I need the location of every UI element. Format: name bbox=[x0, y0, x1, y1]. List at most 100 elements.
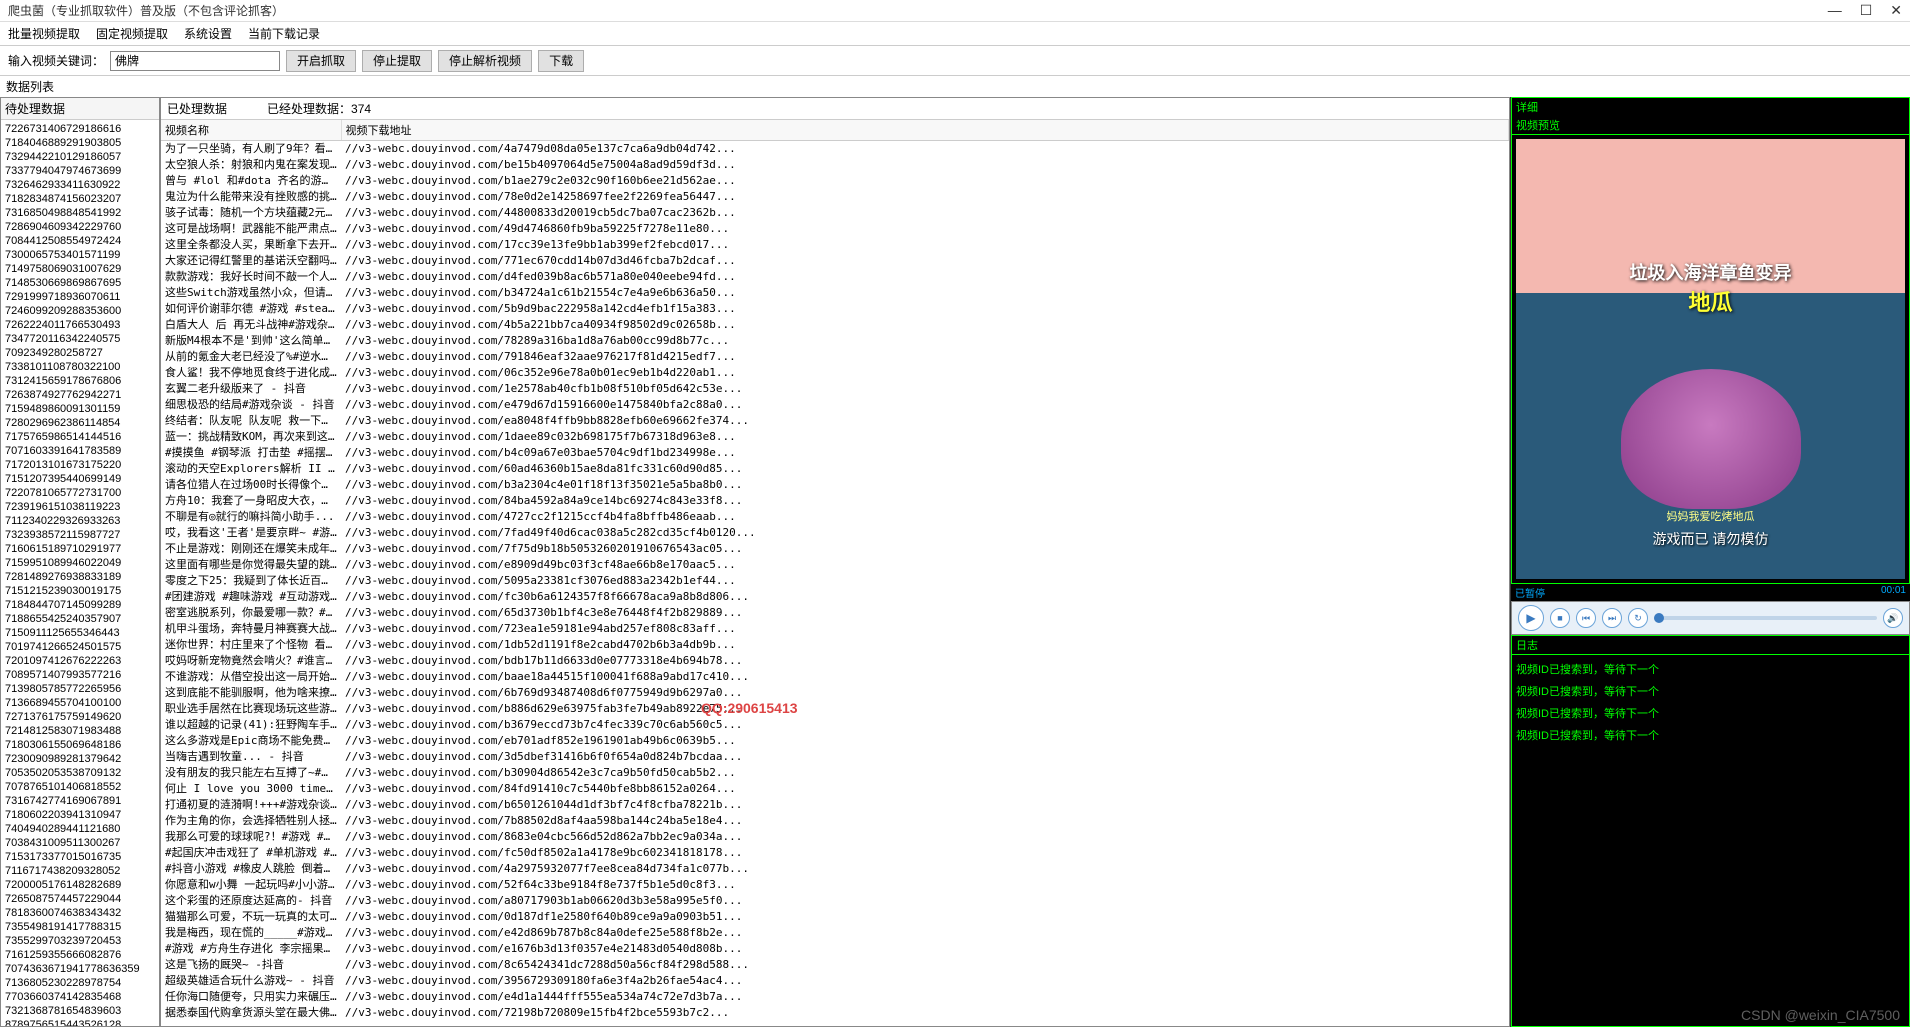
list-item[interactable]: 7262224011766530493 bbox=[3, 318, 157, 332]
video-thumbnail[interactable]: 垃圾入海洋章鱼变异 地瓜 妈妈我爱吃烤地瓜 游戏而已 请勿模仿 bbox=[1516, 139, 1905, 579]
menu-settings[interactable]: 系统设置 bbox=[184, 25, 232, 42]
table-row[interactable]: #起国庆冲击戏狂了 #单机游戏 #st...//v3-webc.douyinvo… bbox=[161, 845, 1509, 861]
table-row[interactable]: 这可是战场啊！武器能不能严肃点！...//v3-webc.douyinvod.c… bbox=[161, 221, 1509, 237]
list-item[interactable]: 7337794047974673699 bbox=[3, 164, 157, 178]
list-item[interactable]: 7151207395440699149 bbox=[3, 472, 157, 486]
list-item[interactable]: 7404940289441121680 bbox=[3, 822, 157, 836]
download-button[interactable]: 下载 bbox=[538, 50, 584, 72]
list-item[interactable]: 7148530669869867695 bbox=[3, 276, 157, 290]
list-item[interactable]: 7153173377015016735 bbox=[3, 850, 157, 864]
table-row[interactable]: #游戏 #方舟生存进化 李宗摇果然是...//v3-webc.douyinvod… bbox=[161, 941, 1509, 957]
table-row[interactable]: 没有朋友的我只能左右互搏了~#游戏...//v3-webc.douyinvod.… bbox=[161, 765, 1509, 781]
list-item[interactable]: 7184844707145099289 bbox=[3, 598, 157, 612]
table-row[interactable]: 这里面有哪些是你觉得最失望的跳票...//v3-webc.douyinvod.c… bbox=[161, 557, 1509, 573]
list-item[interactable]: 7323938572115987727 bbox=[3, 528, 157, 542]
table-row[interactable]: 密室逃脱系列，你最爱哪一款？#游...//v3-webc.douyinvod.c… bbox=[161, 605, 1509, 621]
table-row[interactable]: 终结者：队友呢 队友呢 救一下啊#...//v3-webc.douyinvod.… bbox=[161, 413, 1509, 429]
list-item[interactable]: 7019741266524501575 bbox=[3, 640, 157, 654]
table-row[interactable]: 不谁游戏：从借空投出这一局开始，//v3-webc.douyinvod.com/… bbox=[161, 669, 1509, 685]
list-item[interactable]: 7226731406729186616 bbox=[3, 122, 157, 136]
table-row[interactable]: 哎妈呀新宠物竟然会啃火？#谁言1v4 ...//v3-webc.douyinvo… bbox=[161, 653, 1509, 669]
table-row[interactable]: 任你海口随便夸，只用实力来碾压!...//v3-webc.douyinvod.c… bbox=[161, 989, 1509, 1005]
list-item[interactable]: 7161259355666082876 bbox=[3, 948, 157, 962]
list-item[interactable]: 7160615189710291977 bbox=[3, 542, 157, 556]
table-row[interactable]: 滚动的天空Explorers解析 II *****...//v3-webc.do… bbox=[161, 461, 1509, 477]
list-item[interactable]: 7200005176148282689 bbox=[3, 878, 157, 892]
table-row[interactable]: 新版M4根本不是'到帅'这么简单！后...//v3-webc.douyinvod… bbox=[161, 333, 1509, 349]
list-item[interactable]: 7071603391641783589 bbox=[3, 444, 157, 458]
list-item[interactable]: 7281489276938833189 bbox=[3, 570, 157, 584]
list-item[interactable]: 7139805785772265956 bbox=[3, 682, 157, 696]
list-item[interactable]: 7300065753401571199 bbox=[3, 248, 157, 262]
table-row[interactable]: 请各位猎人在过场00时长得像个人*#...//v3-webc.douyinvod… bbox=[161, 477, 1509, 493]
table-row[interactable]: 方舟10：我套了一身昭皮大衣，身...//v3-webc.douyinvod.c… bbox=[161, 493, 1509, 509]
table-row[interactable]: 猫猫那么可爱，不玩一玩真的太可惜...//v3-webc.douyinvod.c… bbox=[161, 909, 1509, 925]
list-item[interactable]: 7220781065772731700 bbox=[3, 486, 157, 500]
list-item[interactable]: 7112340229326933263 bbox=[3, 514, 157, 528]
table-row[interactable]: 骇子试毒：随机一个方块蕴藏2元，...//v3-webc.douyinvod.c… bbox=[161, 205, 1509, 221]
table-row[interactable]: 谁以超越的记录(41):狂野陶车手知...//v3-webc.douyinvod… bbox=[161, 717, 1509, 733]
list-item[interactable]: 7038431009511300267 bbox=[3, 836, 157, 850]
list-item[interactable]: 7291999718936070611 bbox=[3, 290, 157, 304]
table-row[interactable]: 职业选手居然在比赛现场玩这些游戏...//v3-webc.douyinvod.c… bbox=[161, 701, 1509, 717]
list-item[interactable]: 7159951089946022049 bbox=[3, 556, 157, 570]
list-item[interactable]: 7321368781654839603 bbox=[3, 1004, 157, 1018]
table-row[interactable]: 我是梅西，现在慌的_____#游戏精...//v3-webc.douyinvod… bbox=[161, 925, 1509, 941]
volume-icon[interactable]: 🔊 bbox=[1883, 608, 1903, 628]
list-item[interactable]: 7150911125655346443 bbox=[3, 626, 157, 640]
table-row[interactable]: 鬼泣为什么能带来没有挫败感的挑战...//v3-webc.douyinvod.c… bbox=[161, 189, 1509, 205]
table-row[interactable]: #团建游戏 #趣味游戏 #互动游戏 #小...//v3-webc.douyinv… bbox=[161, 589, 1509, 605]
table-row[interactable]: 太空狼人杀：射狼和内鬼在案发现场...//v3-webc.douyinvod.c… bbox=[161, 157, 1509, 173]
list-item[interactable]: 7286904609342229760 bbox=[3, 220, 157, 234]
list-item[interactable]: 7116717438209328052 bbox=[3, 864, 157, 878]
close-button[interactable]: ✕ bbox=[1890, 2, 1902, 19]
table-row[interactable]: 不止是游戏：刚刚还在爆笑未成年人...//v3-webc.douyinvod.c… bbox=[161, 541, 1509, 557]
table-row[interactable]: 这么多游戏是Epic商场不能免费送...//v3-webc.douyinvod.… bbox=[161, 733, 1509, 749]
th-video-url[interactable]: 视频下载地址 bbox=[341, 120, 1509, 141]
seek-slider[interactable] bbox=[1654, 616, 1877, 620]
table-row[interactable]: 作为主角的你，会选择牺牲别人拯救...//v3-webc.douyinvod.c… bbox=[161, 813, 1509, 829]
menu-fixed-extract[interactable]: 固定视频提取 bbox=[96, 25, 168, 42]
list-item[interactable]: 7355299703239720453 bbox=[3, 934, 157, 948]
table-row[interactable]: 我那么可爱的球球呢?！#游戏 #游...//v3-webc.douyinvod.… bbox=[161, 829, 1509, 845]
table-row[interactable]: 这是飞扬的厩哭~ -抖音//v3-webc.douyinvod.com/8c65… bbox=[161, 957, 1509, 973]
table-row[interactable]: 你愿意和w小舞 一起玩吗#小小游乐...//v3-webc.douyinvod.… bbox=[161, 877, 1509, 893]
log-panel[interactable]: 视频ID已搜索到，等待下一个视频ID已搜索到，等待下一个视频ID已搜索到，等待下… bbox=[1511, 654, 1910, 1027]
table-row[interactable]: 这到底能不能驯服啊，他为啥来撩我...//v3-webc.douyinvod.c… bbox=[161, 685, 1509, 701]
list-item[interactable]: 7089571407993577216 bbox=[3, 668, 157, 682]
table-row[interactable]: #抖音小游戏 #橡皮人跳脸 倒着跳跳...//v3-webc.douyinvod… bbox=[161, 861, 1509, 877]
table-row[interactable]: 据悉泰国代购拿货源头堂在最大佛牌//v3-webc.douyinvod.com/… bbox=[161, 1005, 1509, 1021]
list-item[interactable]: 7184046889291903805 bbox=[3, 136, 157, 150]
table-row[interactable]: 蓝一：挑战精致KOM，再次来到这个...//v3-webc.douyinvod.… bbox=[161, 429, 1509, 445]
list-item[interactable]: 7182834874156023207 bbox=[3, 192, 157, 206]
th-video-name[interactable]: 视频名称 bbox=[161, 120, 341, 141]
list-item[interactable]: 7092349280258727 bbox=[3, 346, 157, 360]
table-row[interactable]: 为了一只坐骑，有人刷了9年？看来...//v3-webc.douyinvod.c… bbox=[161, 141, 1509, 158]
list-item[interactable]: 7316742774169067891 bbox=[3, 794, 157, 808]
list-item[interactable]: 7239196151038119223 bbox=[3, 500, 157, 514]
table-row[interactable]: 这里全条都没人买，果断拿下去开箱...//v3-webc.douyinvod.c… bbox=[161, 237, 1509, 253]
pending-list[interactable]: 72267314067291866167184046889291903805 73… bbox=[1, 120, 159, 1026]
list-item[interactable]: 7078765101406818552 bbox=[3, 780, 157, 794]
list-item[interactable]: 7312415659178676806 bbox=[3, 374, 157, 388]
stop-parse-button[interactable]: 停止解析视频 bbox=[438, 50, 532, 72]
loop-button[interactable]: ↻ bbox=[1628, 608, 1648, 628]
table-row[interactable]: 零度之下25：我疑到了体长近百米的...//v3-webc.douyinvod.… bbox=[161, 573, 1509, 589]
table-row[interactable]: 不聊是有◎就行的嘛抖简小助手...//v3-webc.douyinvod.com… bbox=[161, 509, 1509, 525]
table-row[interactable]: 这个彩蛋的还原度达延高的- 抖音//v3-webc.douyinvod.com/… bbox=[161, 893, 1509, 909]
list-item[interactable]: 7271376175759149620 bbox=[3, 710, 157, 724]
table-row[interactable]: 这些Switch游戏虽然小众，但请务必...//v3-webc.douyinvo… bbox=[161, 285, 1509, 301]
table-row[interactable]: 食人鲨！我不停地觅食终于进化成功...//v3-webc.douyinvod.c… bbox=[161, 365, 1509, 381]
list-item[interactable]: 7188655425240357907 bbox=[3, 612, 157, 626]
table-row[interactable]: 当嗨吉遇到牧童... - 抖音//v3-webc.douyinvod.com/3… bbox=[161, 749, 1509, 765]
menu-download-log[interactable]: 当前下载记录 bbox=[248, 25, 320, 42]
next-button[interactable]: ⏭ bbox=[1602, 608, 1622, 628]
list-item[interactable]: 7201097412676222263 bbox=[3, 654, 157, 668]
table-row[interactable]: 超级英雄适合玩什么游戏~ - 抖音//v3-webc.douyinvod.com… bbox=[161, 973, 1509, 989]
list-item[interactable]: 7175765986514144516 bbox=[3, 430, 157, 444]
play-button[interactable]: ▶ bbox=[1518, 605, 1544, 631]
list-item[interactable]: 7280296962386114854 bbox=[3, 416, 157, 430]
menu-batch-extract[interactable]: 批量视频提取 bbox=[8, 25, 80, 42]
table-row[interactable]: 玄翼二老升级版来了 - 抖音//v3-webc.douyinvod.com/1e… bbox=[161, 381, 1509, 397]
list-item[interactable]: 7180602203941310947 bbox=[3, 808, 157, 822]
